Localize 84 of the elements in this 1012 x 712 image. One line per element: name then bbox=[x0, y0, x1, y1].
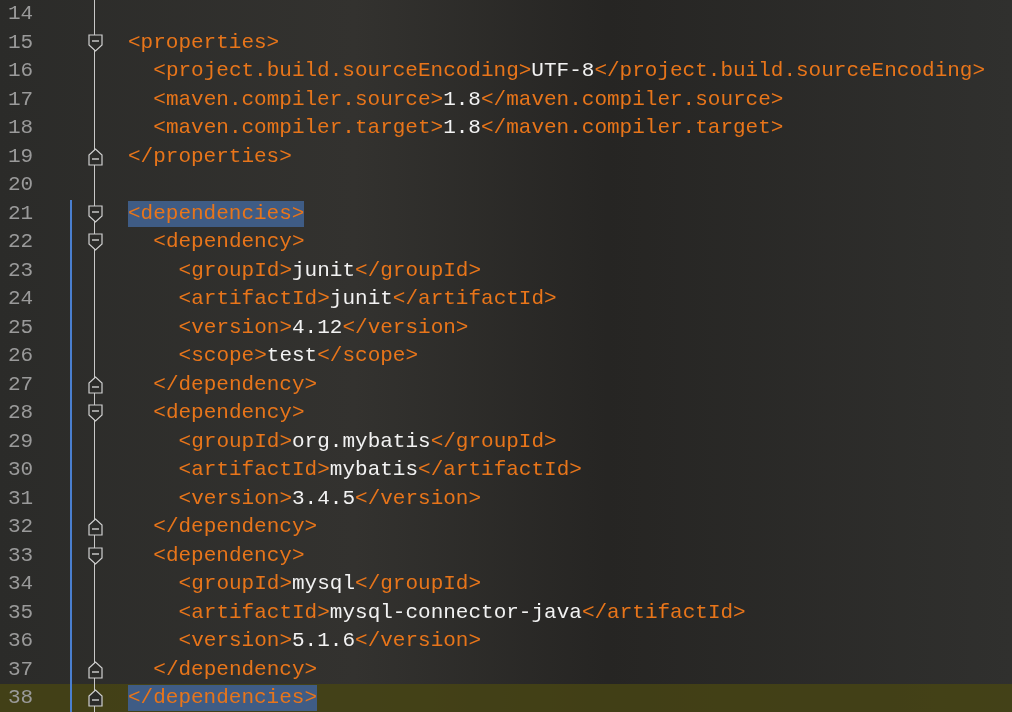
line-number: 38 bbox=[7, 685, 35, 712]
line-number: 15 bbox=[7, 29, 35, 56]
xml-value: junit bbox=[292, 257, 356, 284]
line-number: 21 bbox=[7, 200, 35, 227]
xml-tag: <maven.compiler.target> bbox=[153, 115, 444, 142]
xml-tag: <properties> bbox=[128, 29, 280, 56]
line-number: 27 bbox=[7, 371, 35, 398]
line-number: 37 bbox=[7, 656, 35, 683]
line-number: 36 bbox=[7, 628, 35, 655]
line-number: 31 bbox=[7, 485, 35, 512]
line-number: 16 bbox=[7, 58, 35, 85]
xml-value: org.mybatis bbox=[292, 428, 431, 455]
xml-tag: <artifactId> bbox=[178, 286, 330, 313]
fold-collapse-icon[interactable] bbox=[87, 233, 103, 252]
xml-tag: <version> bbox=[178, 485, 292, 512]
xml-tag: </artifactId> bbox=[418, 457, 582, 484]
fold-end-icon[interactable] bbox=[87, 518, 103, 537]
xml-tag: </groupId> bbox=[355, 257, 482, 284]
xml-tag: </groupId> bbox=[355, 571, 482, 598]
fold-end-icon[interactable] bbox=[87, 660, 103, 679]
fold-end-icon[interactable] bbox=[87, 147, 103, 166]
fold-collapse-icon[interactable] bbox=[87, 33, 103, 52]
xml-tag: </dependency> bbox=[153, 371, 318, 398]
fold-end-icon[interactable] bbox=[87, 375, 103, 394]
line-number: 24 bbox=[7, 286, 35, 313]
line-number: 23 bbox=[7, 257, 35, 284]
xml-tag: <dependency> bbox=[153, 542, 305, 569]
xml-tag: </groupId> bbox=[430, 428, 557, 455]
xml-tag: <version> bbox=[178, 314, 292, 341]
line-number: 17 bbox=[7, 86, 35, 113]
xml-tag: <groupId> bbox=[178, 571, 292, 598]
line-number: 14 bbox=[7, 1, 35, 28]
xml-tag: <scope> bbox=[178, 343, 267, 370]
xml-tag: </maven.compiler.source> bbox=[480, 86, 784, 113]
line-number: 18 bbox=[7, 115, 35, 142]
fold-collapse-icon[interactable] bbox=[87, 204, 103, 223]
line-number: 35 bbox=[7, 599, 35, 626]
xml-tag: </dependency> bbox=[153, 514, 318, 541]
xml-tag: </dependency> bbox=[153, 656, 318, 683]
xml-value: 1.8 bbox=[443, 86, 481, 113]
xml-value: 4.12 bbox=[292, 314, 343, 341]
xml-tag: </artifactId> bbox=[392, 286, 557, 313]
line-number: 34 bbox=[7, 571, 35, 598]
fold-collapse-icon[interactable] bbox=[87, 404, 103, 423]
line-number: 28 bbox=[7, 400, 35, 427]
line-number: 26 bbox=[7, 343, 35, 370]
line-number: 19 bbox=[7, 143, 35, 170]
xml-tag: <groupId> bbox=[178, 257, 292, 284]
xml-tag: </project.build.sourceEncoding> bbox=[594, 58, 986, 85]
xml-value: mysql bbox=[292, 571, 356, 598]
line-number: 25 bbox=[7, 314, 35, 341]
xml-value: 1.8 bbox=[443, 115, 481, 142]
line-number: 29 bbox=[7, 428, 35, 455]
xml-tag: </dependencies> bbox=[128, 685, 318, 712]
xml-tag: <version> bbox=[178, 628, 292, 655]
line-number: 33 bbox=[7, 542, 35, 569]
xml-tag: <groupId> bbox=[178, 428, 292, 455]
fold-end-icon[interactable] bbox=[87, 689, 103, 708]
xml-tag: <maven.compiler.source> bbox=[153, 86, 444, 113]
line-number: 20 bbox=[7, 172, 35, 199]
xml-value: 3.4.5 bbox=[292, 485, 356, 512]
xml-tag: </artifactId> bbox=[581, 599, 746, 626]
xml-value: mysql-connector-java bbox=[329, 599, 582, 626]
xml-tag: </scope> bbox=[317, 343, 419, 370]
xml-tag: </version> bbox=[355, 485, 482, 512]
xml-value: UTF-8 bbox=[531, 58, 595, 85]
xml-tag: </version> bbox=[342, 314, 469, 341]
xml-value: junit bbox=[329, 286, 393, 313]
line-number: 22 bbox=[7, 229, 35, 256]
fold-collapse-icon[interactable] bbox=[87, 546, 103, 565]
xml-tag: <artifactId> bbox=[178, 599, 330, 626]
xml-tag: <project.build.sourceEncoding> bbox=[153, 58, 532, 85]
xml-tag: <dependency> bbox=[153, 400, 305, 427]
xml-value: 5.1.6 bbox=[292, 628, 356, 655]
xml-tag: </maven.compiler.target> bbox=[480, 115, 784, 142]
line-number: 32 bbox=[7, 514, 35, 541]
xml-tag: <dependency> bbox=[153, 229, 305, 256]
xml-tag: <dependencies> bbox=[128, 200, 305, 227]
xml-tag: </version> bbox=[355, 628, 482, 655]
xml-value: test bbox=[266, 343, 318, 370]
xml-tag: <artifactId> bbox=[178, 457, 330, 484]
line-number: 30 bbox=[7, 457, 35, 484]
xml-value: mybatis bbox=[329, 457, 419, 484]
xml-tag: </properties> bbox=[128, 143, 292, 170]
